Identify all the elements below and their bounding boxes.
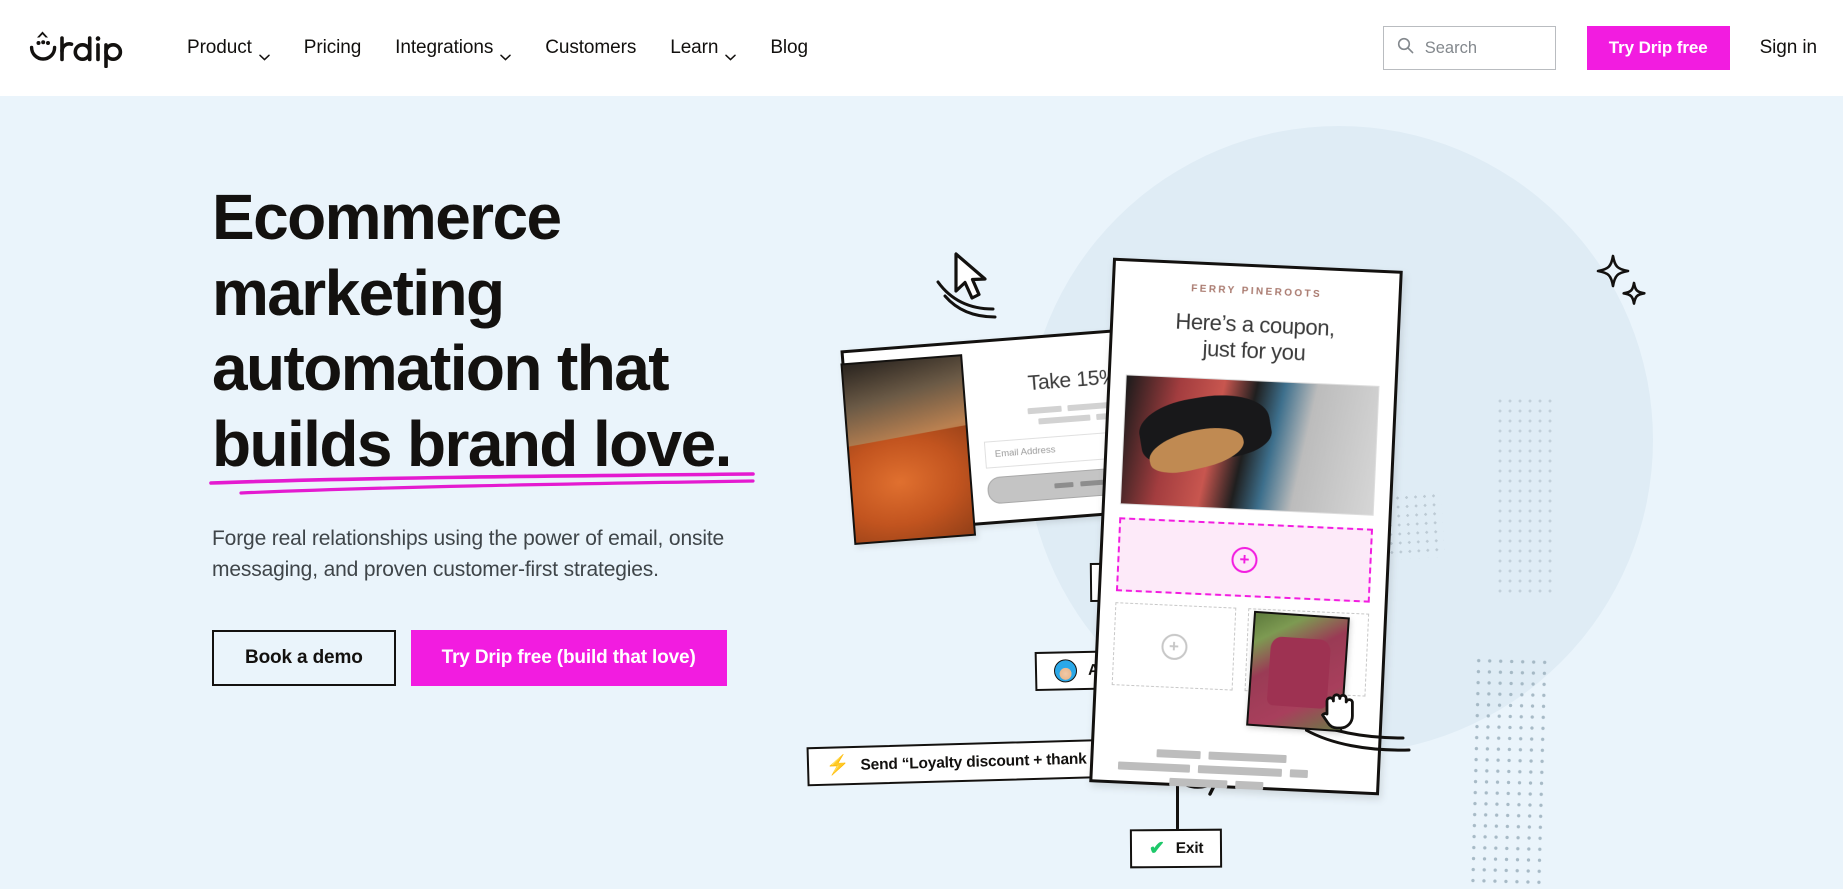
dropzone-highlighted[interactable]: + bbox=[1115, 517, 1374, 604]
placeholder-bar bbox=[1235, 781, 1264, 791]
email-brand-name: FERRY PINEROOTS bbox=[1190, 283, 1323, 301]
page-title: Ecommerce marketing automation that buil… bbox=[209, 180, 852, 495]
hero-illustration: Rectangular ✕ Take 15% off bbox=[806, 96, 1843, 889]
try-drip-free-hero-button[interactable]: Try Drip free (build that love) bbox=[410, 629, 727, 686]
check-icon: ✔ bbox=[1148, 838, 1165, 860]
search-box[interactable] bbox=[1382, 26, 1556, 70]
plus-icon: + bbox=[1160, 633, 1188, 661]
placeholder-bar bbox=[1197, 765, 1283, 778]
placeholder-bar bbox=[1054, 481, 1074, 489]
hand-cursor-icon bbox=[1317, 684, 1363, 739]
placeholder-bar bbox=[1117, 761, 1191, 774]
nav-item-integrations[interactable]: Integrations bbox=[378, 27, 528, 69]
headline-line-1: Ecommerce bbox=[212, 181, 562, 253]
placeholder-bar bbox=[1156, 749, 1201, 760]
nav-item-label: Customers bbox=[545, 37, 637, 58]
nav-item-label: Learn bbox=[670, 37, 719, 58]
nav-item-label: Integrations bbox=[395, 37, 494, 58]
headline-line-4-underlined: builds brand love. bbox=[209, 407, 755, 495]
headline-line-3: automation that bbox=[212, 332, 670, 405]
chevron-down-icon bbox=[725, 45, 737, 61]
nav-item-product[interactable]: Product bbox=[170, 27, 287, 69]
dropzone-left[interactable]: + bbox=[1111, 602, 1237, 691]
popup-photo bbox=[840, 354, 977, 545]
dot-pattern-right bbox=[1495, 396, 1555, 596]
email-heading: Here’s a coupon, just for you bbox=[1126, 306, 1382, 370]
placeholder-bar bbox=[1289, 769, 1308, 779]
hero-subheading: Forge real relationships using the power… bbox=[212, 527, 725, 581]
plus-icon: + bbox=[1230, 546, 1259, 574]
arrow-cursor-icon bbox=[950, 251, 994, 308]
chevron-down-icon bbox=[259, 45, 270, 61]
try-drip-free-nav-button[interactable]: Try Drip free bbox=[1586, 26, 1730, 70]
hero-section: Ecommerce marketing automation that buil… bbox=[0, 96, 1843, 889]
drip-smiley-logo-icon bbox=[26, 28, 134, 68]
main-navigation: Product Pricing Integrations Customers L… bbox=[170, 27, 825, 69]
workflow-node-exit[interactable]: ✔ Exit bbox=[1129, 828, 1223, 869]
underline-stroke-icon bbox=[209, 472, 755, 495]
lightning-bolt-icon: ⚡ bbox=[825, 755, 850, 777]
hero-cta-row: Book a demo Try Drip free (build that lo… bbox=[212, 629, 852, 686]
drip-logo[interactable] bbox=[26, 28, 134, 68]
nav-item-blog[interactable]: Blog bbox=[753, 27, 825, 69]
email-hero-photo bbox=[1119, 374, 1380, 517]
site-header: Product Pricing Integrations Customers L… bbox=[0, 0, 1843, 96]
nav-item-learn[interactable]: Learn bbox=[653, 27, 753, 69]
avatar-icon bbox=[1053, 659, 1078, 683]
email-heading-line-1: Here’s a coupon, bbox=[1174, 308, 1336, 341]
email-placeholder-label: Email Address bbox=[994, 444, 1056, 460]
nav-item-label: Product bbox=[187, 37, 252, 58]
sign-in-link[interactable]: Sign in bbox=[1760, 37, 1818, 59]
nav-item-pricing[interactable]: Pricing bbox=[287, 27, 378, 69]
chevron-down-icon bbox=[500, 45, 512, 61]
nav-item-label: Blog bbox=[770, 37, 808, 58]
nav-item-customers[interactable]: Customers bbox=[528, 27, 653, 69]
book-a-demo-button[interactable]: Book a demo bbox=[212, 629, 396, 686]
workflow-node-label: Exit bbox=[1175, 839, 1204, 857]
nav-item-label: Pricing bbox=[303, 37, 362, 58]
dot-pattern-side bbox=[1466, 654, 1554, 889]
placeholder-bar bbox=[1208, 751, 1287, 764]
placeholder-bar bbox=[1027, 405, 1062, 415]
headline-line-4: builds brand love. bbox=[212, 407, 732, 480]
headline-line-2: marketing bbox=[212, 256, 505, 329]
email-heading-line-2: just for you bbox=[1202, 336, 1306, 366]
page-root: Product Pricing Integrations Customers L… bbox=[0, 0, 1843, 889]
placeholder-bar bbox=[1038, 414, 1091, 425]
hero-copy: Ecommerce marketing automation that buil… bbox=[209, 180, 852, 686]
search-icon bbox=[1397, 37, 1414, 59]
header-actions: Try Drip free Sign in bbox=[1382, 26, 1818, 70]
sparkle-icon bbox=[1593, 254, 1653, 321]
search-input[interactable] bbox=[1424, 38, 1542, 58]
